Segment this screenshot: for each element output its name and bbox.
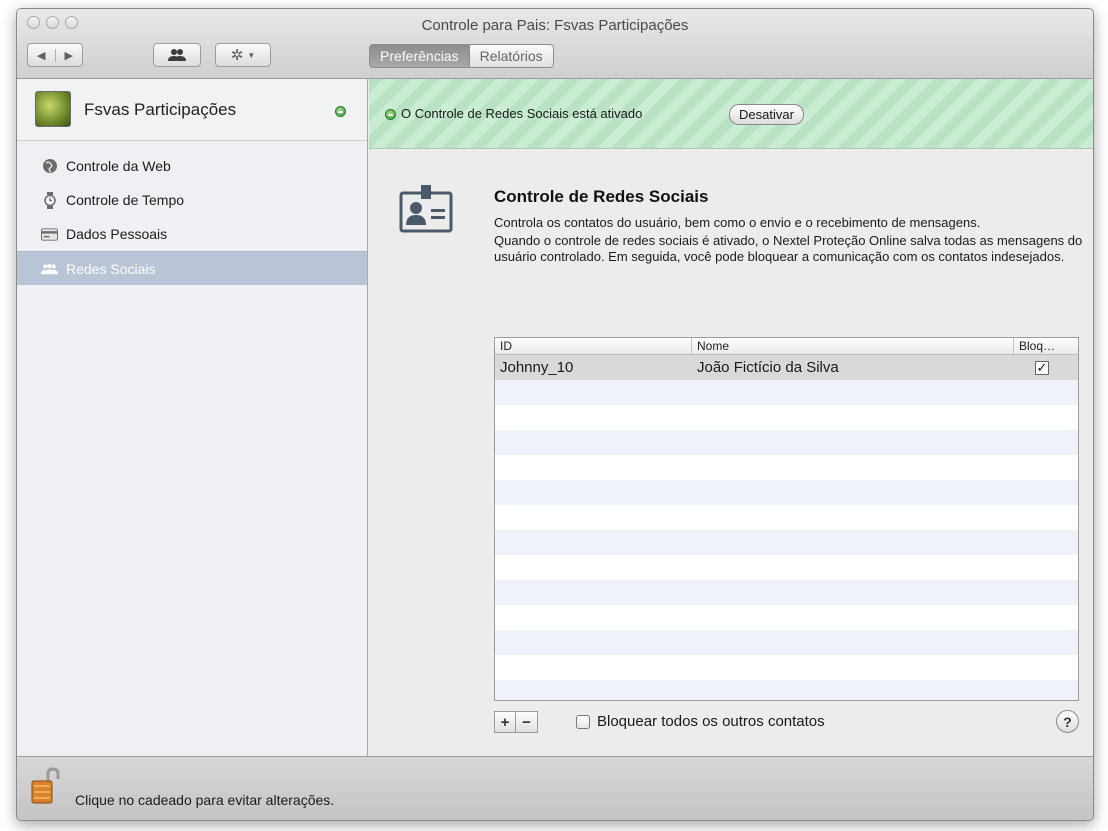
view-tabs: Preferências Relatórios xyxy=(369,44,554,68)
table-actions: + − Bloquear todos os outros contatos ? xyxy=(494,710,1079,735)
empty-row xyxy=(495,555,1078,580)
blocked-checkbox[interactable]: ✓ xyxy=(1035,360,1049,375)
add-contact-button[interactable]: + xyxy=(494,711,516,733)
empty-row xyxy=(495,630,1078,655)
empty-row xyxy=(495,655,1078,680)
sidebar-item-controle-de-tempo[interactable]: Controle de Tempo xyxy=(17,183,367,217)
forward-arrow-icon[interactable]: ▶ xyxy=(56,49,83,62)
empty-row xyxy=(495,405,1078,430)
column-header-bloqueado[interactable]: Bloq… xyxy=(1014,338,1078,354)
sidebar-item-label: Dados Pessoais xyxy=(66,226,168,242)
add-remove-buttons: + − xyxy=(494,711,538,733)
empty-row xyxy=(495,380,1078,405)
cell-id: Johnny_10 xyxy=(500,359,574,376)
card-icon xyxy=(41,226,58,243)
avatar xyxy=(35,91,71,127)
status-active-icon xyxy=(385,109,396,120)
block-all-option[interactable]: Bloquear todos os outros contatos xyxy=(576,713,825,730)
sidebar-nav: Controle da Web Controle de Tempo Dados … xyxy=(17,149,367,285)
navigation-buttons: ◀ ▶ xyxy=(27,43,83,67)
contacts-table: ID Nome Bloq… Johnny_10 João Fictício da… xyxy=(494,337,1079,701)
help-button[interactable]: ? xyxy=(1056,710,1079,733)
sidebar: Fsvas Participações Controle da Web Cont… xyxy=(17,79,368,756)
table-header: ID Nome Bloq… xyxy=(495,338,1078,355)
main-content: O Controle de Redes Sociais está ativado… xyxy=(369,79,1093,756)
profile-name: Fsvas Participações xyxy=(84,100,237,119)
empty-row xyxy=(495,505,1078,530)
description-paragraph: Quando o controle de redes sociais é ati… xyxy=(494,233,1083,264)
empty-row xyxy=(495,455,1078,480)
sidebar-item-label: Controle da Web xyxy=(66,158,171,174)
watch-icon xyxy=(41,191,58,209)
contact-badge-icon xyxy=(399,185,453,233)
column-header-nome[interactable]: Nome xyxy=(692,338,1014,354)
empty-row xyxy=(495,530,1078,555)
gear-icon: ✲ xyxy=(230,47,244,64)
status-active-icon xyxy=(335,106,346,117)
chevron-down-icon: ▼ xyxy=(247,50,256,60)
user-profile[interactable]: Fsvas Participações xyxy=(17,79,367,141)
remove-contact-button[interactable]: − xyxy=(516,711,538,733)
cell-name: João Fictício da Silva xyxy=(697,359,839,376)
column-header-id[interactable]: ID xyxy=(495,338,692,354)
app-window: Controle para Pais: Fsvas Participações … xyxy=(16,8,1094,821)
users-icon xyxy=(168,49,186,61)
block-all-label: Bloquear todos os outros contatos xyxy=(597,713,825,730)
sidebar-item-redes-sociais[interactable]: Redes Sociais xyxy=(17,251,367,285)
empty-row xyxy=(495,480,1078,505)
people-icon xyxy=(41,260,58,277)
table-row[interactable]: Johnny_10 João Fictício da Silva ✓ xyxy=(495,355,1078,380)
users-button[interactable] xyxy=(153,43,201,67)
gear-menu-button[interactable]: ✲ ▼ xyxy=(215,43,271,67)
empty-row xyxy=(495,580,1078,605)
section-title: Controle de Redes Sociais xyxy=(494,187,709,206)
window-title: Controle para Pais: Fsvas Participações xyxy=(421,17,689,34)
lock-status-text: Clique no cadeado para evitar alterações… xyxy=(75,792,335,808)
description-paragraph: Controla os contatos do usuário, bem com… xyxy=(494,215,981,230)
section-description: Controla os contatos do usuário, bem com… xyxy=(494,215,1084,267)
deactivate-button[interactable]: Desativar xyxy=(729,104,804,125)
tab-relatorios[interactable]: Relatórios xyxy=(469,44,554,68)
block-all-checkbox[interactable] xyxy=(576,714,590,729)
title-bar: Controle para Pais: Fsvas Participações … xyxy=(17,9,1093,79)
banner-status-text: O Controle de Redes Sociais está ativado xyxy=(401,106,643,121)
sidebar-item-dados-pessoais[interactable]: Dados Pessoais xyxy=(17,217,367,251)
cell-blocked: ✓ xyxy=(1014,360,1078,375)
empty-row xyxy=(495,680,1078,700)
sidebar-item-label: Redes Sociais xyxy=(66,260,156,277)
empty-row xyxy=(495,605,1078,630)
globe-icon xyxy=(41,158,58,175)
back-arrow-icon[interactable]: ◀ xyxy=(28,48,56,62)
sidebar-item-controle-da-web[interactable]: Controle da Web xyxy=(17,149,367,183)
footer: Clique no cadeado para evitar alterações… xyxy=(17,756,1093,820)
empty-row xyxy=(495,430,1078,455)
tab-preferencias[interactable]: Preferências xyxy=(369,44,470,68)
sidebar-item-label: Controle de Tempo xyxy=(66,192,185,208)
padlock-icon[interactable] xyxy=(31,767,61,805)
status-banner: O Controle de Redes Sociais está ativado… xyxy=(369,79,1093,149)
